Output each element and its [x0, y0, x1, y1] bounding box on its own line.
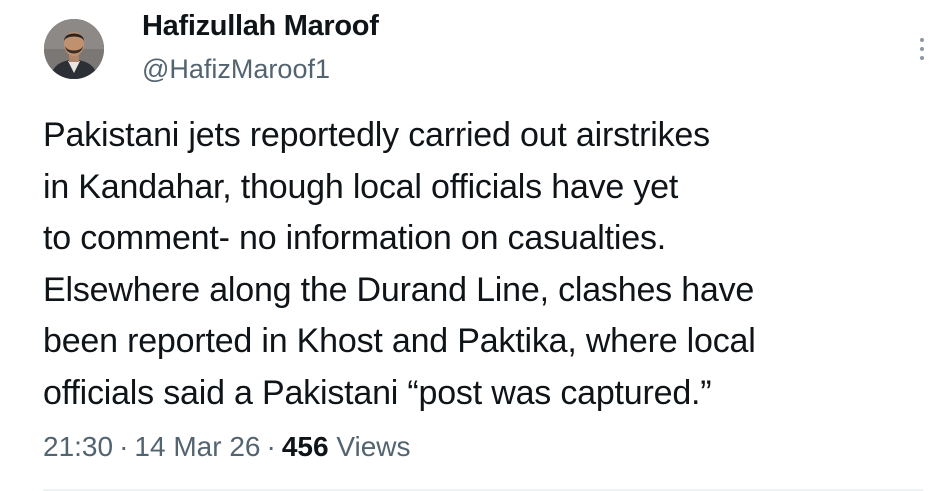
views-label[interactable]: Views — [336, 431, 410, 462]
tweet-text: Pakistani jets reportedly carried out ai… — [43, 110, 923, 419]
tweet-text-line: Elsewhere along the Durand Line, clashes… — [43, 270, 755, 309]
tweet-time[interactable]: 21:30 — [43, 431, 113, 462]
tweet-text-line: to comment- no information on casualties… — [43, 219, 666, 257]
avatar-image — [44, 19, 104, 79]
tweet-text-line: in Kandahar, though local officials have… — [43, 167, 679, 206]
tweet-text-line: officials said a Pakistani “post was cap… — [43, 373, 712, 412]
author-name[interactable]: Hafizullah Maroof — [142, 10, 379, 43]
tweet-meta: 21:30 · 14 Mar 26 · 456 Views — [43, 431, 411, 463]
meta-separator: · — [119, 431, 129, 462]
tweet-text-line: been reported in Khost and Paktika, wher… — [43, 322, 756, 360]
meta-separator: · — [266, 431, 276, 462]
tweet-card: Hafizullah Maroof @HafizMaroof1 Pakistan… — [0, 0, 930, 491]
avatar[interactable] — [44, 19, 104, 79]
tweet-text-line: Pakistani jets reportedly carried out ai… — [43, 116, 710, 154]
author-handle[interactable]: @HafizMaroof1 — [142, 54, 330, 85]
more-vertical-icon[interactable] — [917, 35, 927, 63]
tweet-date[interactable]: 14 Mar 26 — [134, 431, 260, 462]
views-count[interactable]: 456 — [282, 431, 329, 462]
